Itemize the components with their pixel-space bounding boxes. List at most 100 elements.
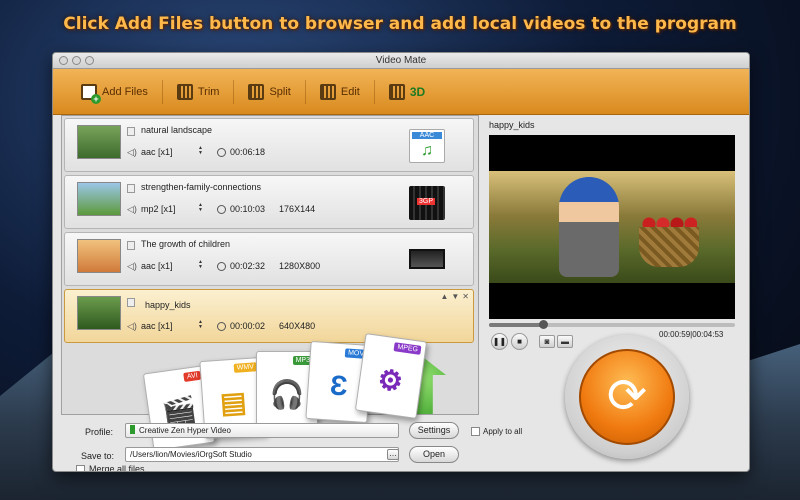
3d-button[interactable]: 3D: [375, 80, 439, 104]
move-down-icon[interactable]: ▼: [451, 292, 459, 301]
save-to-label: Save to:: [81, 451, 115, 461]
format-tag: MPEG: [393, 342, 422, 355]
audio-track-select[interactable]: mp2 [x1]: [141, 203, 207, 214]
format-tag: AVI: [183, 370, 202, 382]
window-controls: [59, 56, 94, 65]
file-meta: ◁) aac [x1] 00:00:02 640X480: [127, 320, 315, 331]
seek-bar[interactable]: [489, 320, 735, 329]
item-checkbox[interactable]: [127, 127, 135, 136]
list-item[interactable]: The growth of children ◁) aac [x1] 00:02…: [64, 232, 474, 286]
merge-all-toggle[interactable]: Merge all files: [76, 464, 145, 472]
file-name: The growth of children: [141, 239, 231, 249]
clock-icon: [217, 321, 226, 331]
time-readout: 00:00:59|00:04:53: [659, 330, 724, 339]
titlebar: Video Mate: [53, 53, 749, 69]
browse-ellipsis-button[interactable]: …: [387, 449, 399, 460]
resolution: 176X144: [279, 204, 316, 214]
profile-device-icon: [130, 425, 135, 434]
trim-label: Trim: [197, 85, 220, 98]
file-meta: ◁) aac [x1] 00:06:18: [127, 146, 266, 157]
basket: [639, 227, 699, 267]
apply-to-all-label: Apply to all: [483, 427, 523, 436]
3gp-film-icon[interactable]: [409, 186, 445, 220]
duration: 00:10:03: [230, 204, 266, 214]
video-thumbnail: [77, 182, 121, 216]
remove-icon[interactable]: ✕: [462, 292, 469, 301]
clock-icon: [217, 261, 226, 271]
save-path-field[interactable]: /Users/lion/Movies/iOrgSoft Studio: [125, 447, 399, 462]
open-button[interactable]: Open: [409, 446, 459, 463]
split-button[interactable]: Split: [234, 79, 306, 104]
save-path-value: /Users/lion/Movies/iOrgSoft Studio: [130, 450, 252, 459]
video-thumbnail: [77, 125, 121, 159]
child-figure: [559, 177, 619, 277]
split-label: Split: [269, 85, 291, 98]
add-files-icon: [81, 83, 101, 104]
duration: 00:06:18: [230, 147, 266, 157]
3d-film-icon: [388, 83, 405, 100]
settings-button[interactable]: Settings: [409, 422, 459, 439]
item-checkbox[interactable]: [127, 241, 135, 250]
apply-to-all-checkbox[interactable]: [471, 427, 480, 436]
speaker-icon: ◁): [127, 203, 137, 214]
trim-button[interactable]: Trim: [163, 79, 235, 104]
item-checkbox[interactable]: [127, 184, 135, 193]
pause-icon[interactable]: ❚❚: [491, 333, 508, 350]
snapshot-camera-icon[interactable]: ◙: [539, 335, 555, 348]
file-meta: ◁) mp2 [x1] 00:10:03 176X144: [127, 203, 316, 214]
instruction-headline: Click Add Files button to browser and ad…: [63, 14, 737, 34]
resolution: 1280X800: [279, 261, 321, 271]
close-icon[interactable]: [59, 56, 68, 65]
edit-button[interactable]: Edit: [306, 79, 375, 104]
zoom-icon[interactable]: [85, 56, 94, 65]
preview-frame: [489, 171, 735, 283]
seek-handle[interactable]: [539, 320, 549, 329]
stop-icon[interactable]: ■: [511, 333, 528, 350]
video-preview: [489, 135, 735, 319]
video-thumbnail: [77, 296, 121, 330]
profile-value: Creative Zen Hyper Video: [139, 426, 231, 435]
duration: 00:00:02: [230, 321, 266, 331]
list-item[interactable]: strengthen-family-connections ◁) mp2 [x1…: [64, 175, 474, 229]
preview-title: happy_kids: [489, 120, 535, 130]
speaker-icon: ◁): [127, 146, 137, 157]
profile-label: Profile:: [85, 427, 114, 437]
row-controls: ▲ ▼ ✕: [440, 292, 469, 301]
app-window: Video Mate Add Files Trim Split Edit 3D …: [52, 52, 750, 472]
audio-track-select[interactable]: aac [x1]: [141, 146, 207, 157]
list-item-selected[interactable]: ▲ ▼ ✕ happy_kids ◁) aac [x1] 00:00:02 64…: [64, 289, 474, 343]
audio-track-select[interactable]: aac [x1]: [141, 320, 207, 331]
file-name: natural landscape: [141, 125, 213, 135]
convert-button[interactable]: ⟳: [565, 335, 689, 459]
folder-icon[interactable]: ▬: [557, 335, 573, 348]
trim-film-icon: [176, 83, 193, 100]
convert-refresh-icon: ⟳: [579, 349, 675, 445]
aac-icon[interactable]: [409, 129, 445, 163]
clock-icon: [217, 204, 226, 214]
format-tag: WMV: [233, 362, 258, 373]
speaker-icon: ◁): [127, 320, 137, 331]
split-film-icon: [248, 83, 265, 100]
add-files-label: Add Files: [102, 85, 148, 98]
merge-checkbox[interactable]: [76, 464, 85, 471]
video-thumbnail: [77, 239, 121, 273]
add-files-button[interactable]: Add Files: [67, 79, 163, 104]
duration: 00:02:32: [230, 261, 266, 271]
toolbar: Add Files Trim Split Edit 3D: [53, 69, 749, 115]
seek-progress: [489, 323, 544, 327]
profile-select[interactable]: Creative Zen Hyper Video: [125, 423, 399, 438]
3d-label: 3D: [409, 84, 426, 99]
file-meta: ◁) aac [x1] 00:02:32 1280X800: [127, 260, 321, 271]
list-item[interactable]: natural landscape ◁) aac [x1] 00:06:18: [64, 118, 474, 172]
speaker-icon: ◁): [127, 260, 137, 271]
move-up-icon[interactable]: ▲: [440, 292, 448, 301]
item-checkbox[interactable]: [127, 298, 135, 307]
edit-film-icon: [319, 83, 336, 100]
merge-label: Merge all files: [89, 464, 145, 472]
minimize-icon[interactable]: [72, 56, 81, 65]
audio-track-select[interactable]: aac [x1]: [141, 260, 207, 271]
file-name: strengthen-family-connections: [141, 182, 262, 192]
apply-to-all-toggle[interactable]: Apply to all: [471, 427, 522, 436]
clock-icon: [217, 147, 226, 157]
tv-icon[interactable]: [409, 249, 445, 269]
